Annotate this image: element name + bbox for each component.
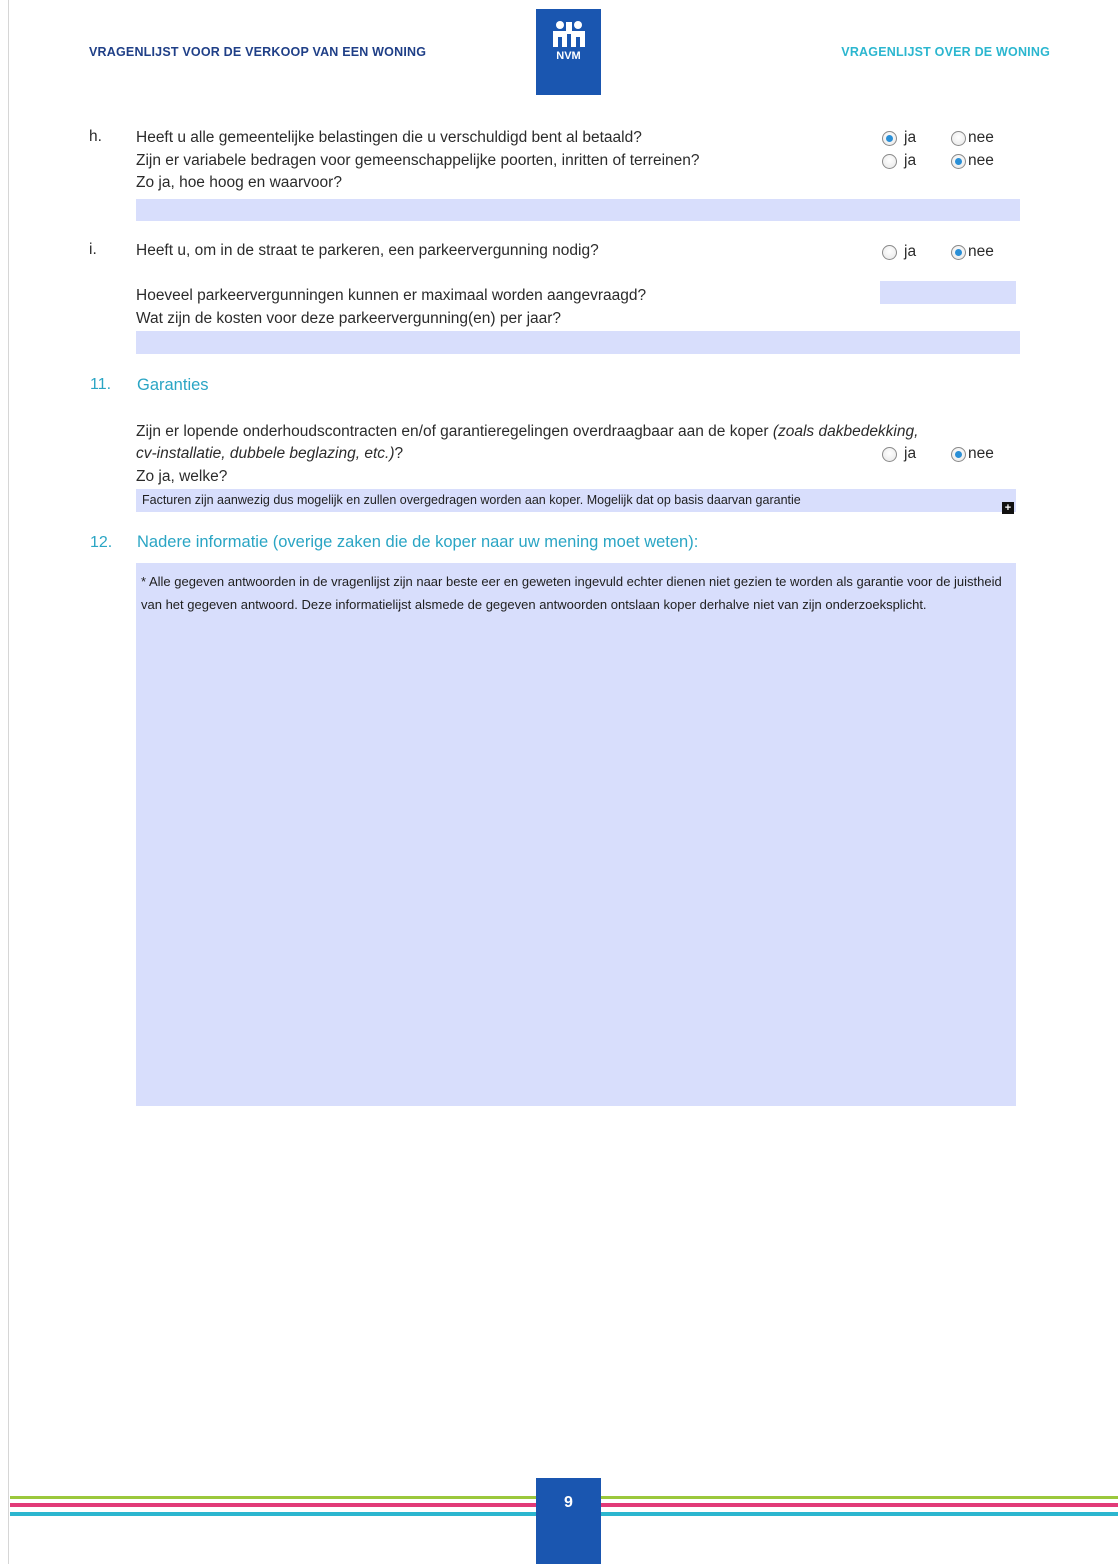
radio-selected-icon — [951, 244, 966, 260]
header-right-title: VRAGENLIJST OVER DE WONING — [841, 45, 1050, 59]
answer-field-12[interactable]: * Alle gegeven antwoorden in de vragenli… — [136, 563, 1016, 1106]
page-number: 9 — [536, 1478, 601, 1564]
radio-unselected-icon — [882, 153, 897, 169]
question-h2: Zijn er variabele bedragen voor gemeensc… — [136, 152, 700, 169]
question-examples: (zoals dakbedekking, — [772, 423, 919, 440]
answer-field-h[interactable] — [136, 199, 1020, 221]
radio-label: ja — [904, 243, 917, 260]
nvm-logo-icon — [552, 21, 585, 47]
radio-unselected-icon — [882, 244, 897, 260]
answer-field-i2[interactable] — [880, 281, 1016, 304]
radio-unselected-icon — [951, 130, 966, 146]
radio-h2-nee[interactable]: nee — [951, 152, 994, 170]
section-number-12: 12. — [90, 534, 113, 551]
page-edge — [8, 0, 9, 1564]
question-11-followup: Zo ja, welke? — [136, 468, 228, 485]
radio-label: nee — [968, 152, 994, 169]
logo-label: NVM — [556, 50, 581, 62]
answer-field-11[interactable]: Facturen zijn aanwezig dus mogelijk en z… — [136, 489, 1016, 512]
question-text: Zijn er lopende onderhoudscontracten en/… — [136, 423, 773, 440]
radio-selected-icon — [951, 153, 966, 169]
question-11-line1: Zijn er lopende onderhoudscontracten en/… — [136, 421, 918, 442]
question-i2: Hoeveel parkeervergunningen kunnen er ma… — [136, 287, 647, 304]
question-letter-h: h. — [89, 128, 102, 145]
radio-label: ja — [904, 445, 917, 462]
answer-text: * Alle gegeven antwoorden in de vragenli… — [141, 574, 1002, 612]
radio-label: nee — [968, 243, 994, 260]
section-title-11: Garanties — [137, 376, 209, 394]
radio-unselected-icon — [882, 446, 897, 462]
answer-text: Facturen zijn aanwezig dus mogelijk en z… — [142, 493, 801, 507]
question-examples: cv-installatie, dubbele beglazing, etc.) — [136, 445, 395, 462]
radio-h2-ja[interactable]: ja — [882, 152, 916, 170]
radio-h1-nee[interactable]: nee — [951, 129, 994, 147]
nvm-logo: NVM — [536, 9, 601, 95]
question-letter-i: i. — [89, 241, 97, 258]
expand-field-icon[interactable]: + — [1002, 502, 1014, 514]
radio-selected-icon — [882, 130, 897, 146]
radio-label: ja — [904, 152, 917, 169]
answer-field-i3[interactable] — [136, 331, 1020, 354]
radio-11-ja[interactable]: ja — [882, 445, 916, 463]
radio-h1-ja[interactable]: ja — [882, 129, 916, 147]
question-text: ? — [394, 445, 404, 462]
section-number-11: 11. — [90, 376, 112, 393]
question-i3: Wat zijn de kosten voor deze parkeerverg… — [136, 310, 562, 327]
radio-i1-nee[interactable]: nee — [951, 243, 994, 261]
question-i1: Heeft u, om in de straat te parkeren, ee… — [136, 242, 599, 259]
section-title-12: Nadere informatie (overige zaken die de … — [137, 533, 699, 551]
header-left-title: VRAGENLIJST VOOR DE VERKOOP VAN EEN WONI… — [89, 45, 427, 59]
radio-selected-icon — [951, 446, 966, 462]
question-h1: Heeft u alle gemeentelijke belastingen d… — [136, 129, 642, 146]
radio-label: ja — [904, 129, 917, 146]
radio-i1-ja[interactable]: ja — [882, 243, 916, 261]
question-h3: Zo ja, hoe hoog en waarvoor? — [136, 174, 342, 191]
radio-label: nee — [968, 445, 994, 462]
question-11-line2: cv-installatie, dubbele beglazing, etc.)… — [136, 443, 403, 464]
radio-label: nee — [968, 129, 994, 146]
radio-11-nee[interactable]: nee — [951, 445, 994, 463]
